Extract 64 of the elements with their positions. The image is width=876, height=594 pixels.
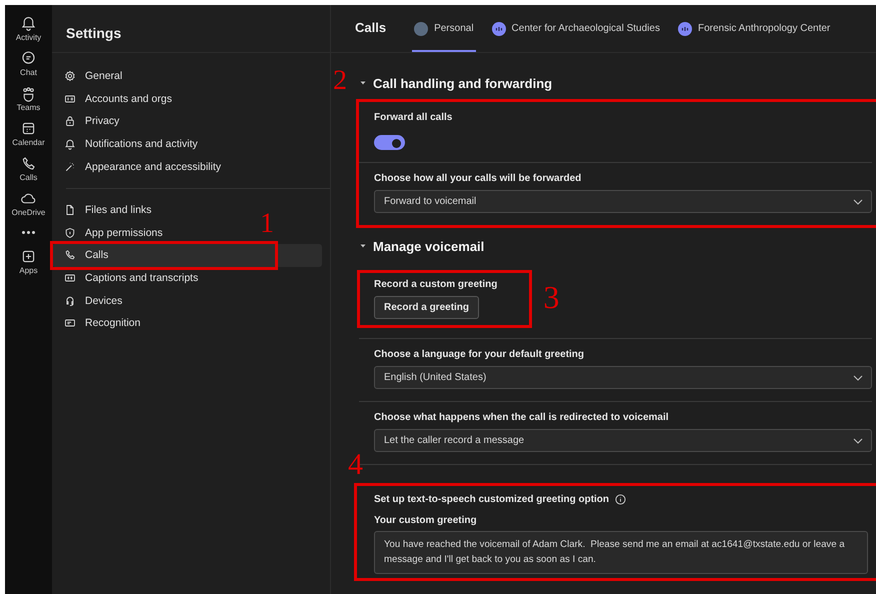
bell-icon — [64, 138, 76, 150]
bell-icon — [20, 15, 37, 32]
setting-label: Choose what happens when the call is redirected to voicemail — [374, 412, 670, 423]
toggle-switch[interactable] — [374, 135, 405, 150]
collapse-icon[interactable] — [359, 79, 367, 87]
headset-icon — [64, 294, 76, 307]
settings-item[interactable]: Accounts and orgs — [52, 88, 322, 110]
card-icon — [64, 317, 76, 330]
rail-item[interactable]: Calls — [20, 155, 38, 182]
dropdown[interactable]: Forward to voicemail — [374, 190, 872, 213]
field-label: Your custom greeting — [374, 515, 478, 526]
avatar-icon — [414, 22, 428, 36]
setting-label: Choose a language for your default greeting — [374, 349, 586, 360]
rail-item[interactable]: Apps — [19, 248, 38, 275]
greeting-text-field[interactable]: You have reached the voicemail of Adam Clark. Please send me an email at ac1641@txstate.edu or leave a message and I'll get back to you as soon as I can. — [374, 531, 868, 574]
lock-icon — [64, 115, 76, 128]
settings-item[interactable]: Recognition — [52, 312, 322, 335]
section-heading: Call handling and forwarding — [373, 76, 552, 90]
team-icon — [492, 22, 506, 36]
settings-title: Settings — [52, 5, 330, 53]
more-icon[interactable] — [22, 231, 35, 234]
chevron-down-icon — [853, 198, 863, 204]
team-icon — [678, 22, 692, 36]
rail-item[interactable]: Teams — [16, 85, 40, 112]
setting-label: Record a custom greeting — [374, 279, 498, 290]
record-greeting-button[interactable]: Record a greeting — [374, 296, 480, 319]
annotation-number: 4 — [348, 450, 363, 480]
rail-item[interactable]: Activity — [16, 15, 42, 42]
setting-label: Choose how all your calls will be forwarded — [374, 173, 582, 184]
calendar-icon — [20, 120, 37, 137]
settings-item[interactable]: Privacy — [52, 110, 322, 133]
phone-icon — [64, 249, 76, 262]
dropdown[interactable]: Let the caller record a message — [374, 429, 872, 452]
chevron-down-icon — [853, 438, 863, 444]
magic-wand-icon — [64, 160, 76, 173]
chevron-down-icon — [853, 374, 863, 380]
rail-item[interactable]: OneDrive — [12, 190, 46, 217]
dropdown[interactable]: English (United States) — [374, 366, 872, 389]
rail-item[interactable]: Calendar — [12, 120, 45, 147]
phone-icon — [20, 155, 37, 172]
document-icon — [64, 204, 76, 216]
annotation-number: 3 — [543, 281, 560, 313]
tab[interactable]: Forensic Anthropology Center — [676, 7, 832, 52]
id-card-icon — [64, 92, 76, 105]
page-title: Calls — [355, 20, 386, 35]
section-heading: Manage voicemail — [373, 238, 484, 254]
annotation-number: 2 — [333, 67, 347, 95]
setting-label: Set up text-to-speech customized greeting option — [374, 494, 610, 505]
settings-item[interactable]: General — [52, 65, 322, 88]
shield-icon — [64, 226, 76, 239]
people-icon — [20, 85, 37, 102]
settings-item[interactable]: Devices — [52, 289, 322, 312]
tab[interactable]: Center for Archaeological Studies — [490, 7, 662, 52]
closed-captions-icon — [64, 272, 76, 284]
tab[interactable]: Personal — [412, 7, 476, 52]
setting-label: Forward all calls — [374, 112, 454, 123]
settings-item[interactable]: Notifications and activity — [52, 132, 322, 156]
settings-item[interactable]: Appearance and accessibility — [52, 155, 322, 178]
settings-item[interactable]: Captions and transcripts — [52, 266, 322, 290]
rail-item[interactable]: Chat — [20, 50, 37, 77]
collapse-icon[interactable] — [359, 242, 367, 250]
gear-icon — [64, 70, 76, 82]
annotation-number: 1 — [260, 210, 274, 238]
info-icon — [615, 494, 626, 505]
